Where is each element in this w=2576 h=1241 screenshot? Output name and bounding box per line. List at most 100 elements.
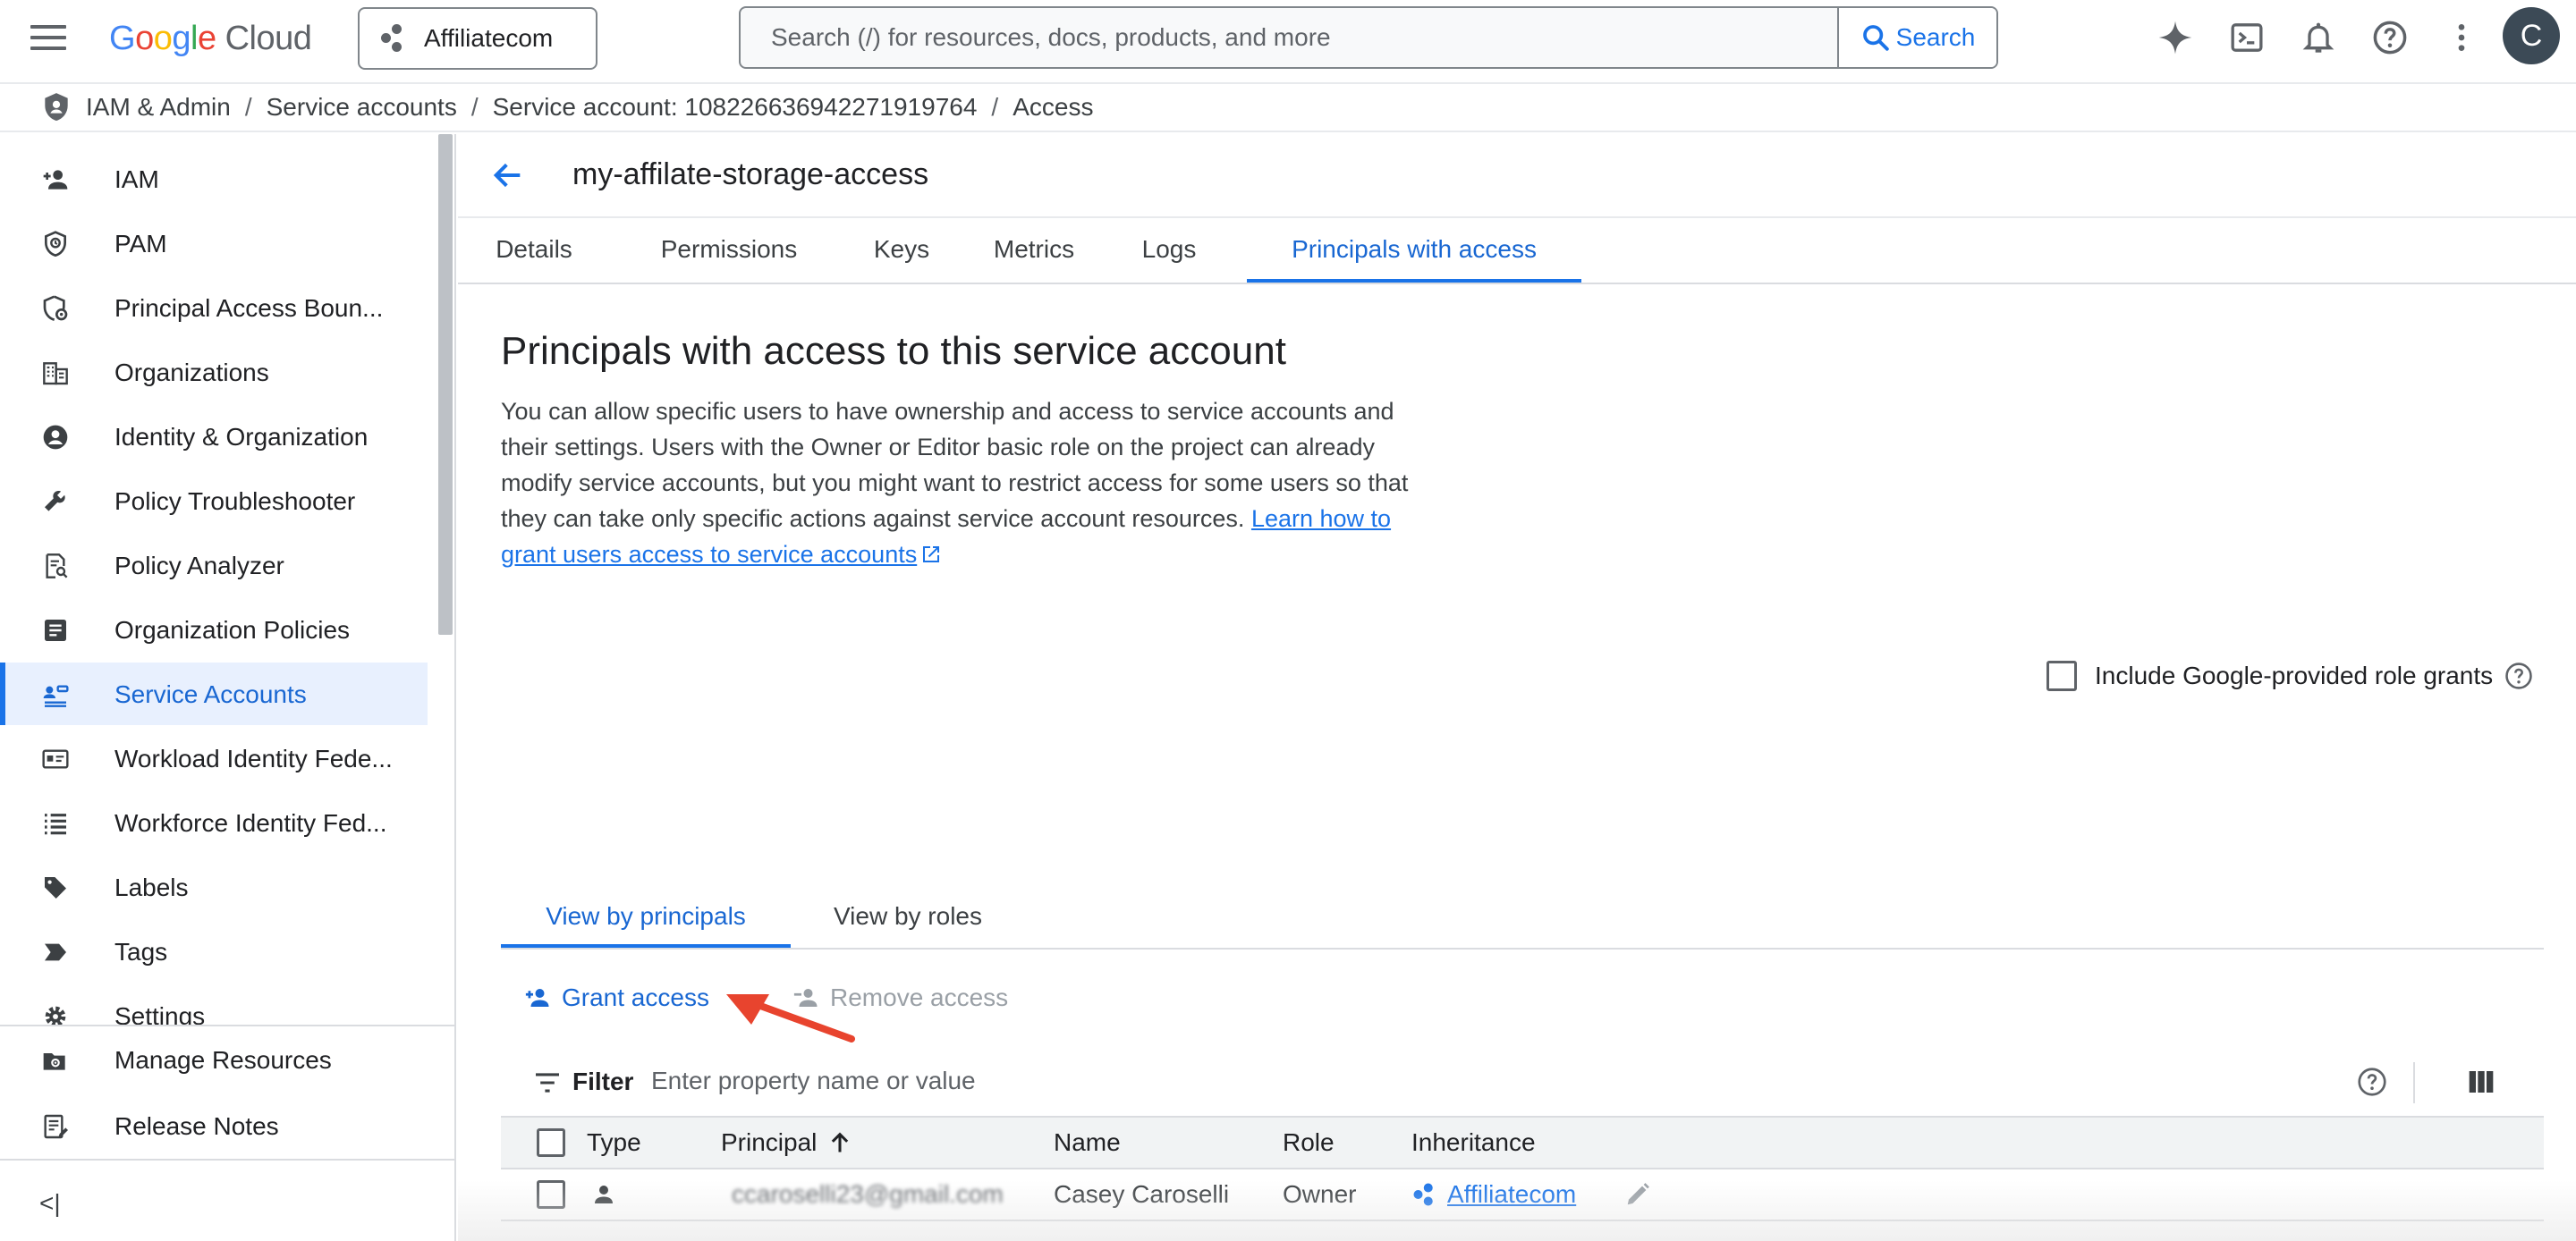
sidebar-item-organization-policies[interactable]: Organization Policies — [0, 598, 428, 661]
name-cell: Casey Caroselli — [1054, 1180, 1230, 1208]
tab-permissions[interactable]: Permissions — [617, 218, 841, 283]
logo-product: Cloud — [225, 19, 312, 57]
header-principal-label: Principal — [721, 1128, 818, 1156]
search-bar: Search — [739, 6, 1998, 69]
header-name[interactable]: Name — [1054, 1118, 1121, 1168]
header-type[interactable]: Type — [587, 1118, 641, 1168]
inheritance-link[interactable]: Affiliatecom — [1447, 1180, 1576, 1209]
breadcrumb-iam-admin[interactable]: IAM & Admin — [86, 93, 231, 122]
collapse-sidebar-icon[interactable]: <| — [39, 1189, 70, 1217]
person-icon — [595, 1186, 613, 1203]
logo-letter: o — [135, 19, 154, 57]
tab-bar: Details Permissions Keys Metrics Logs Pr… — [458, 218, 2576, 284]
google-cloud-logo[interactable]: Google Cloud — [109, 16, 312, 61]
sidebar-item-settings[interactable]: Settings — [0, 984, 428, 1025]
project-name: Affiliatecom — [424, 24, 554, 52]
logo-letter: o — [153, 19, 173, 57]
sidebar-item-pam[interactable]: PAM — [0, 212, 428, 274]
sidebar-item-workforce-identity[interactable]: Workforce Identity Fed... — [0, 791, 428, 854]
sidebar-item-label: Manage Resources — [114, 1046, 332, 1074]
breadcrumb-service-accounts[interactable]: Service accounts — [267, 93, 457, 122]
filter-input[interactable] — [651, 1059, 1903, 1103]
tab-logs[interactable]: Logs — [1111, 218, 1227, 283]
sidebar-item-label: Workload Identity Fede... — [114, 745, 393, 772]
person-add-icon — [525, 989, 549, 1007]
notifications-icon[interactable] — [2299, 18, 2338, 57]
sidebar-item-labels[interactable]: Labels — [0, 856, 428, 918]
logo-letter: e — [197, 19, 216, 57]
edit-pencil-icon[interactable] — [1624, 1181, 1651, 1208]
search-button[interactable]: Search — [1837, 8, 1996, 67]
select-all-cell — [537, 1118, 565, 1168]
back-arrow-icon[interactable] — [490, 157, 526, 193]
sidebar-item-workload-identity[interactable]: Workload Identity Fede... — [0, 727, 428, 789]
sidebar-collapse-row: <| — [0, 1159, 454, 1241]
sidebar-scrollbar[interactable] — [438, 134, 453, 635]
header-role[interactable]: Role — [1283, 1118, 1335, 1168]
tab-view-by-roles[interactable]: View by roles — [809, 883, 1007, 948]
sidebar-item-identity-organization[interactable]: Identity & Organization — [0, 405, 428, 468]
list-alt-icon — [45, 620, 66, 641]
service-account-icon — [43, 685, 69, 707]
account-circle-icon — [43, 425, 68, 450]
sidebar-item-label: Organizations — [114, 359, 269, 386]
tab-principals-with-access[interactable]: Principals with access — [1247, 218, 1581, 283]
sidebar-item-release-notes[interactable]: Release Notes — [0, 1094, 454, 1157]
principal-cell: ccaroselli23@gmail.com — [732, 1180, 1004, 1208]
sidebar-item-label: Policy Analyzer — [114, 552, 284, 579]
building-icon — [43, 362, 68, 385]
sidebar-item-label: Settings — [114, 1002, 206, 1025]
role-cell: Owner — [1283, 1180, 1357, 1208]
type-cell — [590, 1169, 617, 1220]
header-inheritance[interactable]: Inheritance — [1411, 1118, 1536, 1168]
tab-keys[interactable]: Keys — [846, 218, 957, 283]
sidebar-item-label: IAM — [114, 165, 159, 193]
more-vert-icon[interactable] — [2442, 18, 2481, 57]
main-content: my-affilate-storage-access Details Permi… — [458, 134, 2576, 1241]
filter-help-icon[interactable] — [2356, 1066, 2388, 1098]
row-checkbox[interactable] — [537, 1180, 565, 1209]
logo-letter: G — [109, 19, 136, 57]
settings-icon — [45, 1006, 66, 1025]
sidebar-item-tags[interactable]: Tags — [0, 920, 428, 983]
select-all-checkbox[interactable] — [537, 1128, 565, 1157]
cloud-shell-icon[interactable] — [2227, 18, 2267, 57]
sidebar-item-label: PAM — [114, 230, 167, 257]
header-principal[interactable]: Principal — [721, 1118, 852, 1168]
divider — [2413, 1062, 2415, 1103]
person-add-icon — [43, 170, 68, 190]
account-avatar[interactable]: C — [2503, 7, 2560, 64]
include-google-grants-row: Include Google-provided role grants — [2046, 658, 2534, 694]
tab-details[interactable]: Details — [458, 218, 610, 283]
breadcrumb-separator: / — [244, 93, 252, 121]
tag-icon — [45, 943, 66, 961]
top-bar: Google Cloud Affiliatecom Search C — [0, 0, 2576, 75]
include-google-grants-checkbox[interactable] — [2046, 661, 2077, 691]
project-picker-button[interactable]: Affiliatecom — [358, 7, 597, 70]
breadcrumb-service-account[interactable]: Service account: 108226636942271919764 — [493, 93, 978, 122]
column-display-icon[interactable] — [2467, 1068, 2496, 1096]
sidebar-item-label: Tags — [114, 938, 168, 966]
sidebar-item-policy-analyzer[interactable]: Policy Analyzer — [0, 534, 428, 596]
sidebar-item-iam[interactable]: IAM — [0, 148, 428, 210]
sidebar-item-label: Principal Access Boun... — [114, 294, 384, 322]
tab-view-by-principals[interactable]: View by principals — [501, 883, 791, 948]
sidebar-item-label: Policy Troubleshooter — [114, 487, 356, 515]
table-row: ccaroselli23@gmail.com Casey Caroselli O… — [501, 1169, 2544, 1221]
main-menu-icon[interactable] — [30, 23, 66, 52]
label-icon — [45, 877, 66, 899]
help-icon[interactable] — [2370, 18, 2410, 57]
sidebar-item-organizations[interactable]: Organizations — [0, 341, 428, 403]
sidebar-item-principal-access-boundary[interactable]: Principal Access Boun... — [0, 276, 428, 339]
view-tab-bar: View by principals View by roles — [501, 883, 2544, 950]
grant-access-button[interactable]: Grant access — [522, 978, 709, 1017]
sidebar-item-manage-resources[interactable]: Manage Resources — [0, 1028, 454, 1091]
gemini-spark-icon[interactable] — [2156, 18, 2195, 57]
tab-metrics[interactable]: Metrics — [962, 218, 1106, 283]
filter-label: Filter — [572, 1068, 634, 1095]
sidebar-item-label: Service Accounts — [114, 680, 307, 708]
sidebar-item-service-accounts[interactable]: Service Accounts — [0, 663, 428, 725]
sidebar-item-policy-troubleshooter[interactable]: Policy Troubleshooter — [0, 469, 428, 532]
search-input[interactable] — [741, 8, 1839, 67]
help-outline-icon[interactable] — [2504, 661, 2534, 691]
